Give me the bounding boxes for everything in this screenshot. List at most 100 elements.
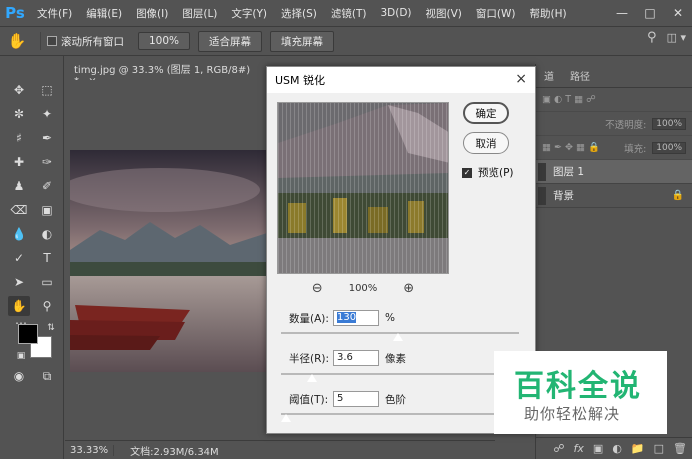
link-layers-icon[interactable]: ☍ — [553, 442, 564, 455]
menu-help[interactable]: 帮助(H) — [523, 6, 574, 21]
divider — [40, 32, 41, 50]
foreground-color-swatch[interactable] — [18, 324, 38, 344]
panel-tabs: 道 路径 — [536, 64, 692, 88]
gradient-tool-icon[interactable]: ▣ — [36, 200, 58, 220]
menu-edit[interactable]: 编辑(E) — [79, 6, 129, 21]
menu-filter[interactable]: 滤镜(T) — [324, 6, 374, 21]
watermark-logo: 百科全说 助你轻松解决 — [494, 351, 667, 434]
zoom-in-icon[interactable]: ⊕ — [403, 281, 414, 296]
eraser-tool-icon[interactable]: ⌫ — [8, 200, 30, 220]
dialog-close-button[interactable]: × — [515, 71, 527, 87]
pen-tool-icon[interactable]: ✓ — [8, 248, 30, 268]
menu-select[interactable]: 选择(S) — [274, 6, 324, 21]
shape-tool-icon[interactable]: ▭ — [36, 272, 58, 292]
close-icon[interactable]: ✕ — [664, 0, 692, 26]
filter-icons[interactable]: ▣ ◐ T ▦ ☍ — [542, 94, 596, 105]
blur-tool-icon[interactable]: 💧 — [8, 224, 30, 244]
magic-wand-icon[interactable]: ✦ — [36, 104, 58, 124]
tab-channels[interactable]: 道 — [536, 68, 562, 87]
minimize-icon[interactable]: — — [608, 0, 636, 26]
menu-image[interactable]: 图像(I) — [129, 6, 175, 21]
radius-slider-thumb[interactable] — [306, 374, 317, 382]
amount-slider-thumb[interactable] — [392, 333, 403, 341]
adjustment-layer-icon[interactable]: ◐ — [612, 442, 622, 455]
fill-input[interactable]: 100% — [652, 141, 686, 154]
status-bar: 33.33% 文档:2.93M/6.34M — [65, 440, 495, 459]
menu-type[interactable]: 文字(Y) — [224, 6, 274, 21]
filter-preview[interactable] — [277, 102, 449, 274]
zoom-out-icon[interactable]: ⊖ — [312, 281, 323, 296]
fill-label: 填充: — [624, 143, 647, 155]
radius-input[interactable]: 3.6 — [333, 350, 379, 366]
tools-panel: ✥ ⬚ ✼ ✦ ♯ ✒ ✚ ✑ ♟ ✐ ⌫ ▣ 💧 ◐ ✓ T ➤ ▭ ✋ ⚲ — [0, 56, 64, 459]
menu-view[interactable]: 视图(V) — [419, 6, 469, 21]
ok-button[interactable]: 确定 — [463, 102, 509, 124]
quick-mask-icon[interactable]: ◉ — [8, 366, 30, 386]
tab-paths[interactable]: 路径 — [562, 68, 598, 87]
layer-name: 图层 1 — [553, 166, 585, 178]
default-colors-icon[interactable]: ▣ — [10, 346, 32, 366]
workspace-icon[interactable]: ◫ ▾ — [667, 31, 686, 44]
menu-file[interactable]: 文件(F) — [30, 6, 79, 21]
threshold-input[interactable]: 5 — [333, 391, 379, 407]
type-tool-icon[interactable]: T — [36, 248, 58, 268]
preview-toggle[interactable]: ✓ 预览(P) — [462, 165, 514, 180]
fx-icon[interactable]: fx — [574, 442, 584, 455]
history-brush-icon[interactable]: ✐ — [36, 176, 58, 196]
layer-filter-row: ▣ ◐ T ▦ ☍ — [536, 88, 692, 112]
opacity-input[interactable]: 100% — [652, 117, 686, 130]
new-layer-icon[interactable]: □ — [654, 442, 664, 455]
status-zoom[interactable]: 33.33% — [65, 444, 115, 456]
dialog-title: USM 锐化 — [275, 74, 326, 87]
amount-unit: % — [385, 312, 395, 324]
radius-row: 半径(R): 3.6 像素 — [289, 349, 406, 367]
menu-bar: Ps 文件(F) 编辑(E) 图像(I) 图层(L) 文字(Y) 选择(S) 滤… — [0, 0, 692, 26]
threshold-slider-track[interactable] — [281, 413, 519, 415]
swap-colors-icon[interactable]: ⇅ — [40, 318, 62, 338]
threshold-slider-thumb[interactable] — [280, 414, 291, 422]
zoom-tool-icon[interactable]: ⚲ — [36, 296, 58, 316]
dodge-tool-icon[interactable]: ◐ — [36, 224, 58, 244]
marquee-tool-icon[interactable]: ⬚ — [36, 80, 58, 100]
options-bar: ✋ 滚动所有窗口 100% 适合屏幕 填充屏幕 ⚲ ◫ ▾ — [0, 26, 692, 56]
watermark-title: 百科全说 — [514, 369, 642, 404]
move-tool-icon[interactable]: ✥ — [8, 80, 30, 100]
brush-tool-icon[interactable]: ✑ — [36, 152, 58, 172]
preview-checkbox-check-icon[interactable]: ✓ — [462, 167, 472, 178]
amount-value: 130 — [337, 312, 357, 323]
fill-screen-button[interactable]: 填充屏幕 — [270, 30, 335, 52]
healing-brush-icon[interactable]: ✚ — [8, 152, 30, 172]
fit-screen-button[interactable]: 适合屏幕 — [198, 30, 263, 52]
menu-3d[interactable]: 3D(D) — [373, 7, 418, 19]
restore-icon[interactable]: □ — [636, 0, 664, 26]
layer-thumbnail — [538, 186, 546, 205]
group-icon[interactable]: 📁 — [631, 442, 645, 455]
add-mask-icon[interactable]: ▣ — [593, 442, 603, 455]
layer-row-background[interactable]: 背景 🔒 — [536, 184, 692, 208]
lock-icons[interactable]: ▦ ✒ ✥ ▦ 🔒 — [542, 142, 600, 153]
layer-row-1[interactable]: 图层 1 — [536, 160, 692, 184]
cancel-button[interactable]: 取消 — [463, 132, 509, 154]
delete-layer-icon[interactable]: 🗑 — [673, 442, 687, 455]
photoshop-logo: Ps — [5, 4, 25, 22]
stamp-tool-icon[interactable]: ♟ — [8, 176, 30, 196]
threshold-unit: 色阶 — [385, 393, 406, 406]
screen-mode-icon[interactable]: ⧉ — [36, 366, 58, 386]
window-controls: — □ ✕ — [608, 0, 692, 26]
zoom-100-button[interactable]: 100% — [138, 32, 191, 50]
amount-row: 数量(A): 130 % — [289, 309, 395, 327]
crop-tool-icon[interactable]: ♯ — [8, 128, 30, 148]
lake-photo — [70, 150, 270, 372]
menu-window[interactable]: 窗口(W) — [469, 6, 523, 21]
dialog-titlebar[interactable]: USM 锐化 × — [267, 67, 535, 93]
document-tab[interactable]: timg.jpg @ 33.3% (图层 1, RGB/8#) * × — [66, 58, 266, 87]
menu-layer[interactable]: 图层(L) — [175, 6, 224, 21]
lasso-tool-icon[interactable]: ✼ — [8, 104, 30, 124]
path-select-icon[interactable]: ➤ — [8, 272, 30, 292]
amount-input[interactable]: 130 — [333, 310, 379, 326]
status-doc-size[interactable]: 文档:2.93M/6.34M — [114, 443, 219, 458]
hand-tool-icon[interactable]: ✋ — [0, 32, 34, 50]
search-icon[interactable]: ⚲ — [647, 30, 657, 45]
scroll-all-windows-checkbox[interactable] — [47, 36, 57, 46]
eyedropper-icon[interactable]: ✒ — [36, 128, 58, 148]
